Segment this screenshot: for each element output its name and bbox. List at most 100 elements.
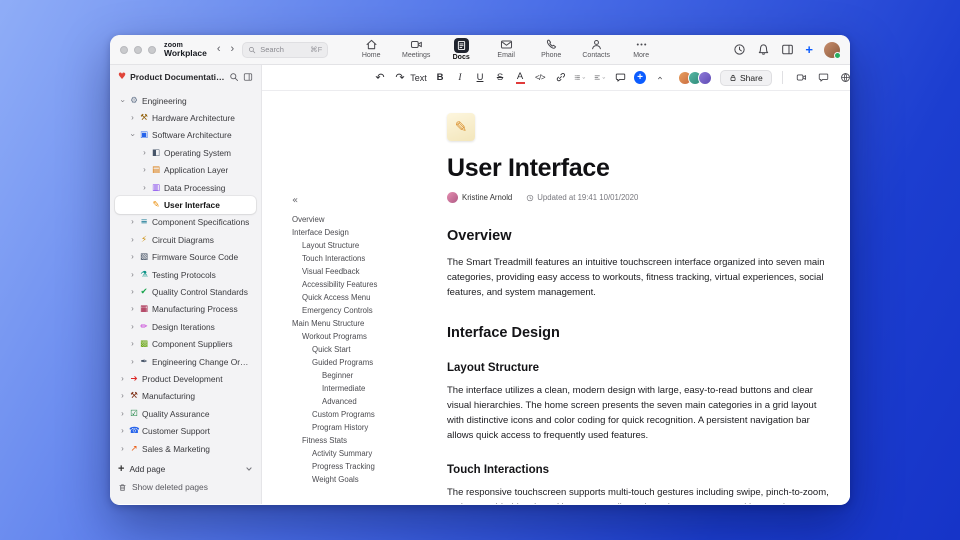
- outline-item[interactable]: Workout Programs: [292, 330, 430, 343]
- app-tab[interactable]: Meetings: [401, 38, 431, 61]
- doc-block[interactable]: Overview: [447, 228, 829, 244]
- outline-item[interactable]: Main Menu Structure: [292, 317, 430, 330]
- page-emoji-icon[interactable]: ✎: [447, 113, 475, 141]
- app-tab[interactable]: More: [626, 38, 656, 61]
- collaborator-avatars[interactable]: [678, 70, 712, 85]
- sidebar-page-item[interactable]: ⚗ Testing Protocols: [115, 266, 256, 283]
- chevron-icon[interactable]: [129, 340, 136, 348]
- insert-block-button[interactable]: +: [634, 71, 646, 84]
- outline-item[interactable]: Accessibility Features: [292, 278, 430, 291]
- doc-block[interactable]: Layout Structure: [447, 362, 829, 374]
- collapse-toolbar-button[interactable]: [654, 70, 666, 86]
- chevron-down-icon[interactable]: [245, 465, 253, 473]
- sidebar-page-item[interactable]: ▦ Manufacturing Process: [115, 301, 256, 318]
- outline-item[interactable]: Fitness Stats: [292, 434, 430, 447]
- forward-button[interactable]: ›: [231, 44, 235, 55]
- outline-item[interactable]: Activity Summary: [292, 447, 430, 460]
- chevron-icon[interactable]: [141, 184, 148, 192]
- bell-icon[interactable]: [757, 43, 770, 56]
- sidebar-page-item[interactable]: ⚒ Manufacturing: [115, 388, 256, 405]
- sidebar-page-item[interactable]: ◧ Operating System: [115, 144, 256, 161]
- sidebar-page-item[interactable]: ▧ Firmware Source Code: [115, 249, 256, 266]
- chevron-icon[interactable]: [119, 375, 126, 383]
- chevron-icon[interactable]: [129, 131, 136, 139]
- chevron-icon[interactable]: [129, 305, 136, 313]
- new-item-button[interactable]: +: [805, 43, 813, 56]
- comment-button[interactable]: [614, 70, 626, 86]
- collaborator-avatar[interactable]: [698, 70, 712, 85]
- app-tab[interactable]: Email: [491, 38, 521, 61]
- chevron-icon[interactable]: [129, 253, 136, 261]
- outline-item[interactable]: Advanced: [292, 395, 430, 408]
- sidebar-page-item[interactable]: ▣ Software Architecture: [115, 127, 256, 144]
- sidebar-page-item[interactable]: ☑ Quality Assurance: [115, 405, 256, 422]
- sidebar-page-item[interactable]: ≡ Component Specifications: [115, 214, 256, 231]
- chevron-icon[interactable]: [119, 427, 126, 435]
- code-button[interactable]: </>: [534, 70, 546, 86]
- sidebar-page-item[interactable]: ↗ Sales & Marketing: [115, 440, 256, 457]
- outline-collapse-button[interactable]: «: [292, 195, 430, 206]
- doc-block[interactable]: The interface utilizes a clean, modern d…: [447, 383, 829, 443]
- sidebar-page-item[interactable]: ▥ Data Processing: [115, 179, 256, 196]
- zoom-window-button[interactable]: [148, 45, 156, 54]
- outline-item[interactable]: Guided Programs: [292, 356, 430, 369]
- app-tab[interactable]: Docs: [446, 38, 476, 61]
- sidebar-page-item[interactable]: ✎ User Interface: [115, 196, 256, 214]
- undo-button[interactable]: ↶: [374, 70, 386, 86]
- link-button[interactable]: [554, 70, 566, 86]
- show-deleted-pages-button[interactable]: Show deleted pages: [118, 478, 253, 496]
- chevron-icon[interactable]: [141, 166, 148, 174]
- outline-item[interactable]: Emergency Controls: [292, 304, 430, 317]
- chevron-icon[interactable]: [141, 149, 148, 157]
- chevron-icon[interactable]: [119, 445, 126, 453]
- outline-item[interactable]: Overview: [292, 213, 430, 226]
- page-title[interactable]: User Interface: [447, 154, 829, 183]
- outline-item[interactable]: Touch Interactions: [292, 252, 430, 265]
- chevron-icon[interactable]: [129, 358, 136, 366]
- chat-bubble-icon[interactable]: [818, 72, 829, 83]
- redo-button[interactable]: ↷: [394, 70, 406, 86]
- text-style-dropdown[interactable]: Text: [410, 70, 427, 86]
- sidebar-page-item[interactable]: ➔ Product Development: [115, 370, 256, 387]
- outline-item[interactable]: Visual Feedback: [292, 265, 430, 278]
- chevron-icon[interactable]: [119, 410, 126, 418]
- outline-item[interactable]: Weight Goals: [292, 473, 430, 486]
- panel-toggle-icon[interactable]: [781, 43, 794, 56]
- sidebar-page-item[interactable]: ✒ Engineering Change Orders: [115, 353, 256, 370]
- sidebar-page-item[interactable]: ⚡ Circuit Diagrams: [115, 231, 256, 248]
- sidebar-search-icon[interactable]: [229, 72, 239, 82]
- chevron-icon[interactable]: [129, 288, 136, 296]
- app-tab[interactable]: Phone: [536, 38, 566, 61]
- outline-item[interactable]: Quick Access Menu: [292, 291, 430, 304]
- outline-item[interactable]: Program History: [292, 421, 430, 434]
- outline-item[interactable]: Progress Tracking: [292, 460, 430, 473]
- sidebar-page-item[interactable]: ⚙ Engineering: [115, 92, 256, 109]
- chevron-icon[interactable]: [129, 236, 136, 244]
- underline-button[interactable]: U: [474, 70, 486, 86]
- chevron-icon[interactable]: [119, 392, 126, 400]
- sidebar-page-item[interactable]: ✏ Design Iterations: [115, 318, 256, 335]
- doc-block[interactable]: The Smart Treadmill features an intuitiv…: [447, 255, 829, 300]
- minimize-window-button[interactable]: [134, 45, 142, 54]
- sidebar-page-item[interactable]: ✔ Quality Control Standards: [115, 283, 256, 300]
- chevron-icon[interactable]: [129, 271, 136, 279]
- app-tab[interactable]: Home: [356, 38, 386, 61]
- back-button[interactable]: ‹: [217, 44, 221, 55]
- align-button[interactable]: [594, 70, 606, 86]
- outline-item[interactable]: Quick Start: [292, 343, 430, 356]
- strikethrough-button[interactable]: S: [494, 70, 506, 86]
- outline-item[interactable]: Beginner: [292, 369, 430, 382]
- bold-button[interactable]: B: [434, 70, 446, 86]
- sidebar-collapse-icon[interactable]: [243, 72, 253, 82]
- sidebar-page-item[interactable]: ▤ Application Layer: [115, 162, 256, 179]
- chevron-icon[interactable]: [129, 218, 136, 226]
- italic-button[interactable]: I: [454, 70, 466, 86]
- add-page-button[interactable]: + Add page: [118, 460, 253, 478]
- sidebar-page-item[interactable]: ⚒ Hardware Architecture: [115, 109, 256, 126]
- chevron-icon[interactable]: [129, 323, 136, 331]
- user-avatar[interactable]: [824, 41, 841, 59]
- globe-icon[interactable]: [840, 72, 850, 83]
- outline-item[interactable]: Layout Structure: [292, 239, 430, 252]
- outline-item[interactable]: Interface Design: [292, 226, 430, 239]
- video-camera-icon[interactable]: [796, 72, 807, 83]
